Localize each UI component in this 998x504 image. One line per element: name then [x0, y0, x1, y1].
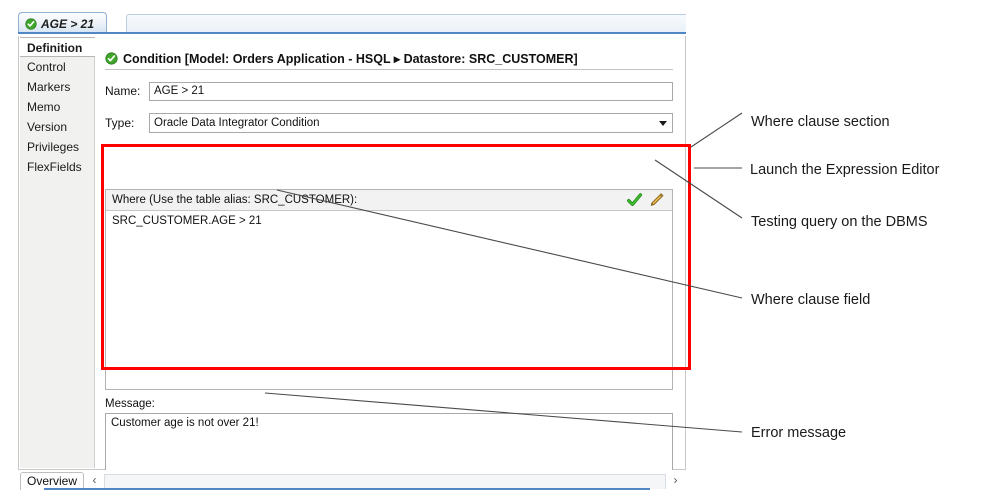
sidebar-item-control[interactable]: Control — [20, 57, 94, 77]
name-label: Name: — [105, 84, 141, 98]
green-check-circle-icon — [105, 51, 118, 65]
sidebar-item-version[interactable]: Version — [20, 117, 94, 137]
sidebar-item-label: Control — [27, 60, 66, 74]
document-tab-label: AGE > 21 — [41, 16, 95, 31]
page-title: Condition [Model: Orders Application - H… — [123, 51, 578, 66]
definition-pane: Condition [Model: Orders Application - H… — [95, 36, 685, 490]
where-clause-section: Where (Use the table alias: SRC_CUSTOMER… — [105, 189, 673, 390]
editor-nav-list: Definition Control Markers Memo Version … — [20, 37, 96, 468]
tab-overview-label: Overview — [27, 474, 78, 488]
sidebar-item-privileges[interactable]: Privileges — [20, 137, 94, 157]
sidebar-item-markers[interactable]: Markers — [20, 77, 94, 97]
type-row: Type: Oracle Data Integrator Condition — [105, 113, 673, 133]
annotation-launch-expression-editor: Launch the Expression Editor — [750, 162, 940, 178]
sidebar-item-flexfields[interactable]: FlexFields — [20, 157, 94, 177]
where-clause-input[interactable]: SRC_CUSTOMER.AGE > 21 — [106, 211, 672, 389]
type-select[interactable]: Oracle Data Integrator Condition — [149, 113, 673, 133]
editor-panel-body: Definition Control Markers Memo Version … — [18, 36, 686, 490]
scroll-left-icon[interactable]: ‹ — [88, 473, 101, 488]
condition-editor-window: AGE > 21 Definition Control Markers Memo… — [18, 12, 686, 492]
document-tab-age-21[interactable]: AGE > 21 — [18, 12, 108, 34]
annotation-testing-query-dbms: Testing query on the DBMS — [751, 214, 928, 230]
annotation-where-clause-field: Where clause field — [751, 292, 871, 308]
sidebar-item-label: Version — [27, 120, 68, 134]
name-input[interactable]: AGE > 21 — [149, 81, 673, 101]
definition-heading: Condition [Model: Orders Application - H… — [105, 47, 673, 69]
sidebar-item-label: Memo — [27, 100, 61, 114]
sidebar-item-memo[interactable]: Memo — [20, 97, 94, 117]
where-clause-header: Where (Use the table alias: SRC_CUSTOMER… — [106, 190, 672, 211]
chevron-down-icon — [659, 121, 667, 126]
sidebar-item-label: Definition — [27, 41, 83, 55]
editor-bottom-tab-bar: Overview ‹ › — [18, 470, 686, 490]
type-label: Type: — [105, 116, 135, 130]
annotation-where-clause-section: Where clause section — [751, 114, 890, 130]
name-row: Name: AGE > 21 — [105, 81, 673, 101]
message-label: Message: — [105, 398, 155, 410]
leader-line-where-section — [690, 112, 743, 148]
document-tab-strip: AGE > 21 — [18, 12, 686, 34]
annotation-error-message: Error message — [751, 425, 847, 441]
scroll-right-icon[interactable]: › — [669, 473, 682, 488]
type-select-value: Oracle Data Integrator Condition — [154, 117, 320, 129]
bottom-tab-track — [104, 474, 666, 489]
sidebar-item-definition[interactable]: Definition — [20, 37, 96, 57]
sidebar-item-label: Privileges — [27, 140, 80, 154]
tab-strip-empty-area — [126, 14, 686, 34]
green-check-circle-icon — [25, 17, 37, 30]
where-clause-toolbar — [626, 192, 668, 208]
sidebar-item-label: FlexFields — [27, 160, 82, 174]
sidebar-item-label: Markers — [27, 80, 71, 94]
green-check-icon[interactable] — [626, 192, 643, 208]
heading-divider — [105, 69, 673, 70]
where-clause-label: Where (Use the table alias: SRC_CUSTOMER… — [112, 194, 358, 206]
pencil-edit-icon[interactable] — [648, 192, 665, 208]
tab-overview[interactable]: Overview — [20, 472, 85, 490]
